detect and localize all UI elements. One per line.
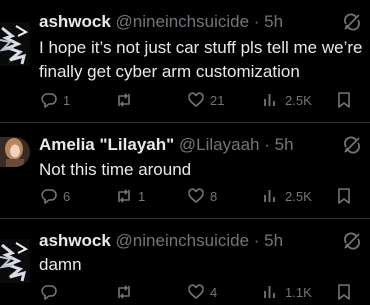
reply-count: 1 [63, 92, 71, 108]
views-icon [264, 286, 275, 298]
tweet-actions: 6 1 8 2.5K [0, 185, 370, 207]
views-icon [264, 190, 275, 202]
author-handle[interactable]: @nineinchsuicide [116, 12, 250, 31]
reply-count: 6 [63, 188, 71, 204]
like-icon [188, 284, 204, 300]
separator-dot: · [249, 231, 265, 250]
like-icon [188, 92, 204, 108]
avatar-amelia[interactable] [0, 137, 30, 167]
retweet-button[interactable]: 1 [115, 185, 145, 207]
avatar-ashwock[interactable] [0, 22, 30, 66]
reply-button[interactable] [40, 281, 63, 303]
like-count: 4 [210, 284, 218, 300]
views-icon [264, 94, 275, 106]
like-button[interactable]: 21 [187, 89, 224, 111]
author-name[interactable]: ashwock [39, 12, 111, 31]
retweet-count: 1 [138, 188, 146, 204]
author-handle[interactable]: @Lilayaah [179, 135, 260, 154]
separator-dot: · [259, 135, 275, 154]
tweet-3[interactable]: ashwock @nineinchsuicide · 5h damn 4 1.1… [0, 231, 370, 305]
bookmark-button[interactable] [335, 185, 353, 207]
like-button[interactable]: 8 [187, 185, 217, 207]
author-name[interactable]: Amelia "Lilayah" [39, 135, 174, 154]
muted-conversation-icon[interactable] [342, 231, 362, 251]
like-count: 21 [210, 92, 225, 108]
tweet-text-line-1: I hope it’s not just car stuff pls tell … [39, 38, 363, 57]
retweet-icon [118, 93, 130, 107]
reply-icon [41, 93, 57, 108]
timestamp[interactable]: 5h [264, 231, 283, 250]
views-button[interactable]: 1.1K [262, 281, 312, 303]
retweet-button[interactable] [115, 89, 138, 111]
tweet-header: ashwock @nineinchsuicide · 5h [39, 231, 283, 251]
reply-button[interactable]: 1 [40, 89, 70, 111]
views-button[interactable]: 2.5K [262, 89, 312, 111]
avatar-ashwock[interactable] [0, 239, 30, 283]
tweet-text-line-1: damn [39, 255, 82, 274]
like-count: 8 [210, 188, 218, 204]
bookmark-icon [338, 284, 350, 300]
divider [0, 122, 370, 123]
tweet-1[interactable]: ashwock @nineinchsuicide · 5h I hope it’… [0, 12, 370, 116]
tweet-actions: 4 1.1K [0, 281, 370, 303]
reply-icon [41, 285, 57, 300]
views-count: 1.1K [285, 284, 312, 300]
like-button[interactable]: 4 [187, 281, 217, 303]
retweet-icon [118, 189, 130, 203]
like-icon [188, 188, 204, 204]
bookmark-icon [338, 92, 350, 108]
separator-dot: · [249, 12, 265, 31]
bookmark-button[interactable] [335, 281, 353, 303]
retweet-button[interactable] [115, 281, 138, 303]
views-button[interactable]: 2.5K [262, 185, 312, 207]
timestamp[interactable]: 5h [275, 135, 294, 154]
author-handle[interactable]: @nineinchsuicide [116, 231, 250, 250]
muted-conversation-icon[interactable] [342, 135, 362, 155]
tweet-text-line-2: finally get cyber arm customization [39, 62, 300, 81]
views-count: 2.5K [285, 92, 312, 108]
bookmark-button[interactable] [335, 89, 353, 111]
tweet-text-line-1: Not this time around [39, 160, 192, 179]
views-count: 2.5K [285, 188, 312, 204]
tweet-header: ashwock @nineinchsuicide · 5h [39, 12, 283, 32]
bookmark-icon [338, 188, 350, 204]
reply-icon [41, 189, 57, 204]
reply-button[interactable]: 6 [40, 185, 70, 207]
retweet-icon [118, 285, 130, 299]
author-name[interactable]: ashwock [39, 231, 111, 250]
tweet-2[interactable]: Amelia "Lilayah" @Lilayaah · 5h Not this… [0, 135, 370, 215]
muted-conversation-icon[interactable] [342, 12, 362, 32]
tweet-header: Amelia "Lilayah" @Lilayaah · 5h [39, 135, 294, 155]
timestamp[interactable]: 5h [264, 12, 283, 31]
tweet-actions: 1 21 2.5K [0, 89, 370, 111]
divider [0, 218, 370, 219]
